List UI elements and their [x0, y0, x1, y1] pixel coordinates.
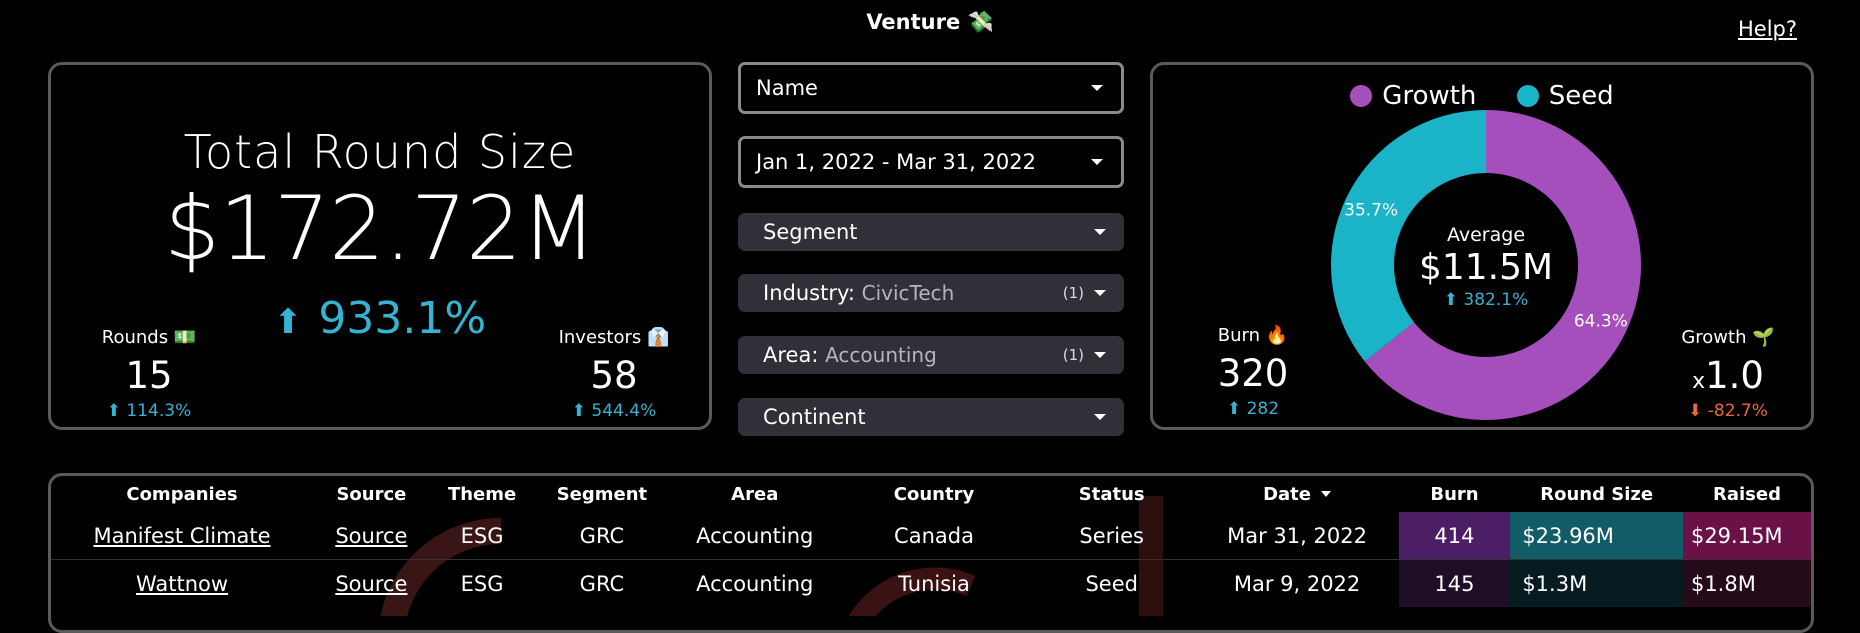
kpi-change-value: 933.1% — [318, 293, 487, 344]
date-range-label: Jan 1, 2022 - Mar 31, 2022 — [756, 150, 1036, 174]
donut-center-label: Average — [1447, 224, 1525, 246]
status-cell: Seed — [1085, 571, 1138, 596]
rounds-delta: ⬆ 114.3% — [106, 401, 192, 421]
continent-filter-label: Continent — [763, 405, 866, 429]
raised-cell: $1.8M — [1682, 559, 1811, 607]
column-header[interactable]: Area — [669, 476, 840, 512]
source-link[interactable]: Source — [313, 512, 430, 560]
area-filter-value: Accounting — [825, 343, 937, 367]
companies-table-card: Companies Source Theme Segment Area Coun… — [48, 473, 1814, 633]
theme-cell: ESG — [429, 512, 535, 560]
company-link[interactable]: Manifest Climate — [51, 512, 314, 560]
source-link[interactable]: Source — [313, 560, 430, 608]
growth-stat: Growth 🌱 x1.0 ⬇ -82.7% — [1668, 327, 1788, 421]
donut-center-value: $11.5M — [1419, 247, 1553, 288]
segment-cell: GRC — [579, 571, 625, 596]
continent-filter[interactable]: Continent — [738, 398, 1124, 436]
area-filter-label: Area — [763, 343, 812, 367]
round-size-cell: $23.96M — [1510, 512, 1683, 560]
sort-desc-icon — [1321, 490, 1331, 497]
rounds-stat: Rounds 💵 15 ⬆ 114.3% — [89, 327, 209, 421]
kpi-title: Total Round Size — [183, 125, 577, 179]
area-filter[interactable]: Area: Accounting (1) — [738, 336, 1124, 374]
investors-stat: Investors 👔 58 ⬆ 544.4% — [549, 327, 679, 421]
burn-cell: 414 — [1398, 512, 1511, 560]
burn-delta: ⬆ 282 — [1226, 399, 1280, 419]
area-cell: Accounting — [696, 571, 814, 596]
burn-stat: Burn 🔥 320 ⬆ 282 — [1193, 325, 1313, 419]
table-row: Wattnow Source ESG GRC Accounting Tunisi… — [51, 559, 1811, 608]
chevron-down-icon — [1091, 159, 1103, 165]
industry-filter-text: Industry: CivicTech — [763, 281, 955, 305]
segment-filter[interactable]: Segment — [738, 213, 1124, 251]
theme-cell: ESG — [460, 571, 504, 596]
stage-donut-card: Growth Seed 64.3% 35.7% Average $11.5M ⬆ 382… — [1150, 62, 1814, 430]
industry-filter-value: CivicTech — [861, 281, 955, 305]
country-cell: Canada — [840, 512, 1028, 560]
growth-delta: ⬇ -82.7% — [1688, 401, 1768, 421]
column-header[interactable]: Status — [1028, 476, 1196, 512]
burn-value: 320 — [1217, 352, 1289, 395]
column-header[interactable]: Round Size — [1510, 476, 1683, 512]
chevron-down-icon — [1094, 290, 1106, 296]
table-header-row: Companies Source Theme Segment Area Coun… — [51, 476, 1811, 512]
help-link[interactable]: Help? — [1738, 17, 1797, 41]
area-filter-text: Area: Accounting — [763, 343, 937, 367]
column-header[interactable]: Companies — [51, 476, 313, 512]
rounds-value: 15 — [125, 354, 173, 397]
rounds-label: Rounds 💵 — [101, 327, 197, 348]
growth-label: Growth 🌱 — [1681, 327, 1775, 348]
segment-cell: GRC — [534, 512, 670, 560]
column-header[interactable]: Country — [840, 476, 1028, 512]
burn-label: Burn 🔥 — [1217, 325, 1289, 346]
chevron-down-icon — [1094, 352, 1106, 358]
area-filter-count: (1) — [1062, 346, 1084, 364]
companies-table: Companies Source Theme Segment Area Coun… — [51, 476, 1811, 607]
round-size-cell: $1.3M — [1510, 559, 1683, 607]
investors-delta: ⬆ 544.4% — [571, 401, 657, 421]
table-row: Manifest Climate Source ESG GRC Accounti… — [51, 512, 1811, 560]
chevron-down-icon — [1094, 414, 1106, 420]
column-header[interactable]: Theme — [430, 476, 535, 512]
industry-filter-label: Industry — [763, 281, 848, 305]
date-header-label: Date — [1263, 483, 1311, 505]
growth-value: 1.0 — [1705, 354, 1764, 397]
burn-cell: 145 — [1398, 559, 1511, 607]
area-cell: Accounting — [669, 512, 841, 560]
chevron-down-icon — [1094, 229, 1106, 235]
industry-filter-count: (1) — [1062, 284, 1084, 302]
name-filter-label: Name — [756, 76, 818, 100]
company-link[interactable]: Wattnow — [51, 560, 313, 608]
kpi-value: $172.72M — [164, 177, 597, 280]
chevron-down-icon — [1091, 85, 1103, 91]
donut-center-delta: ⬆ 382.1% — [1444, 290, 1528, 310]
app-title: Venture 💸 — [866, 10, 994, 34]
donut-slice-label: 35.7% — [1344, 201, 1398, 221]
column-header[interactable]: Source — [313, 476, 430, 512]
name-filter[interactable]: Name — [738, 62, 1124, 114]
investors-value: 58 — [590, 354, 638, 397]
column-header[interactable]: Raised — [1683, 476, 1811, 512]
date-range-filter[interactable]: Jan 1, 2022 - Mar 31, 2022 — [738, 136, 1124, 188]
status-cell: Series — [1027, 512, 1196, 560]
column-header[interactable]: Segment — [534, 476, 669, 512]
column-header-date[interactable]: Date — [1196, 476, 1399, 512]
date-cell: Mar 9, 2022 — [1233, 571, 1361, 596]
donut-slice-label: 64.3% — [1574, 311, 1628, 331]
total-round-size-card: Total Round Size $172.72M ⬆ 933.1% Rounds… — [48, 62, 712, 430]
country-cell: Tunisia — [898, 571, 970, 596]
segment-filter-label: Segment — [763, 220, 858, 244]
up-arrow-icon: ⬆ — [273, 302, 303, 342]
date-cell: Mar 31, 2022 — [1195, 512, 1399, 560]
column-header[interactable]: Burn — [1399, 476, 1511, 512]
growth-multiple: x1.0 — [1668, 354, 1788, 397]
industry-filter[interactable]: Industry: CivicTech (1) — [738, 274, 1124, 312]
growth-prefix: x — [1692, 369, 1706, 394]
investors-label: Investors 👔 — [558, 327, 670, 348]
raised-cell: $29.15M — [1682, 512, 1811, 560]
